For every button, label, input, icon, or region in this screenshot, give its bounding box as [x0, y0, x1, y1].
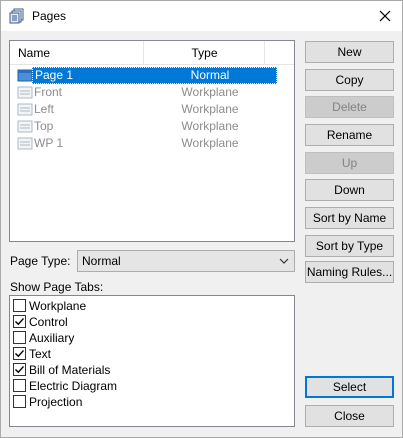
row-name: Page 1 [35, 68, 74, 82]
page-type-label: Page Type: [10, 254, 71, 268]
row-type: Normal [190, 68, 230, 82]
chevron-down-icon [279, 258, 289, 264]
checkbox-label: Projection [29, 395, 83, 409]
checkbox[interactable] [13, 299, 26, 312]
pages-list[interactable]: Name Type Page 1 Normal Front Workplane [9, 40, 295, 242]
list-row-wp-1[interactable]: WP 1 Workplane [10, 135, 294, 152]
page-type-value: Normal [82, 254, 121, 268]
row-type: Workplane [181, 85, 239, 99]
list-row-left[interactable]: Left Workplane [10, 101, 294, 118]
row-name: Front [34, 85, 63, 99]
window-title: Pages [32, 9, 67, 23]
naming-rules-button[interactable]: Naming Rules... [305, 261, 394, 283]
column-header-name[interactable]: Name [10, 41, 144, 65]
row-type: Workplane [181, 119, 239, 133]
checkbox[interactable] [13, 331, 26, 344]
checkbox-label: Workplane [29, 299, 87, 313]
checkmark-icon [15, 366, 25, 374]
list-row-top[interactable]: Top Workplane [10, 118, 294, 135]
row-name: Left [34, 102, 55, 116]
checkbox-label: Text [29, 347, 52, 361]
checkbox-label: Bill of Materials [29, 363, 111, 377]
checkbox[interactable] [13, 347, 26, 360]
close-icon [379, 10, 391, 22]
page-type-select[interactable]: Normal [77, 250, 295, 272]
page-tabs-checklist: Workplane Control Auxiliary Text Bill of… [9, 295, 295, 427]
checkbox-label: Electric Diagram [29, 379, 118, 393]
page-icon [17, 103, 33, 116]
delete-button[interactable]: Delete [305, 96, 394, 118]
row-type: Workplane [181, 136, 239, 150]
page-icon [17, 137, 33, 150]
title-bar: Pages [1, 1, 402, 31]
checkbox-label: Auxiliary [29, 331, 75, 345]
page-icon [17, 69, 33, 82]
page-icon [17, 86, 33, 99]
close-button[interactable]: Close [305, 405, 394, 427]
sort-by-type-button[interactable]: Sort by Type [305, 235, 394, 257]
list-row-page-1[interactable]: Page 1 Normal [10, 67, 294, 84]
close-window-button[interactable] [368, 1, 402, 31]
checkbox[interactable] [13, 395, 26, 408]
show-page-tabs-label: Show Page Tabs: [10, 280, 104, 294]
row-type: Workplane [181, 102, 239, 116]
checkbox[interactable] [13, 363, 26, 376]
checkmark-icon [15, 350, 25, 358]
copy-button[interactable]: Copy [305, 69, 394, 91]
checkbox[interactable] [13, 379, 26, 392]
list-header: Name Type [10, 41, 294, 65]
rename-button[interactable]: Rename [305, 124, 394, 146]
page-icon [17, 120, 33, 133]
checkmark-icon [15, 318, 25, 326]
row-name: WP 1 [34, 136, 64, 150]
checkbox-label: Control [29, 315, 68, 329]
pages-icon [9, 8, 24, 24]
down-button[interactable]: Down [305, 179, 394, 201]
row-name: Top [34, 119, 54, 133]
new-button[interactable]: New [305, 41, 394, 63]
column-header-type[interactable]: Type [145, 41, 265, 65]
up-button[interactable]: Up [305, 152, 394, 174]
list-row-front[interactable]: Front Workplane [10, 84, 294, 101]
select-button[interactable]: Select [305, 376, 394, 398]
checkbox[interactable] [13, 315, 26, 328]
pages-dialog: Pages Name Type Page 1 Normal Front Work… [0, 0, 403, 438]
sort-by-name-button[interactable]: Sort by Name [305, 207, 394, 229]
